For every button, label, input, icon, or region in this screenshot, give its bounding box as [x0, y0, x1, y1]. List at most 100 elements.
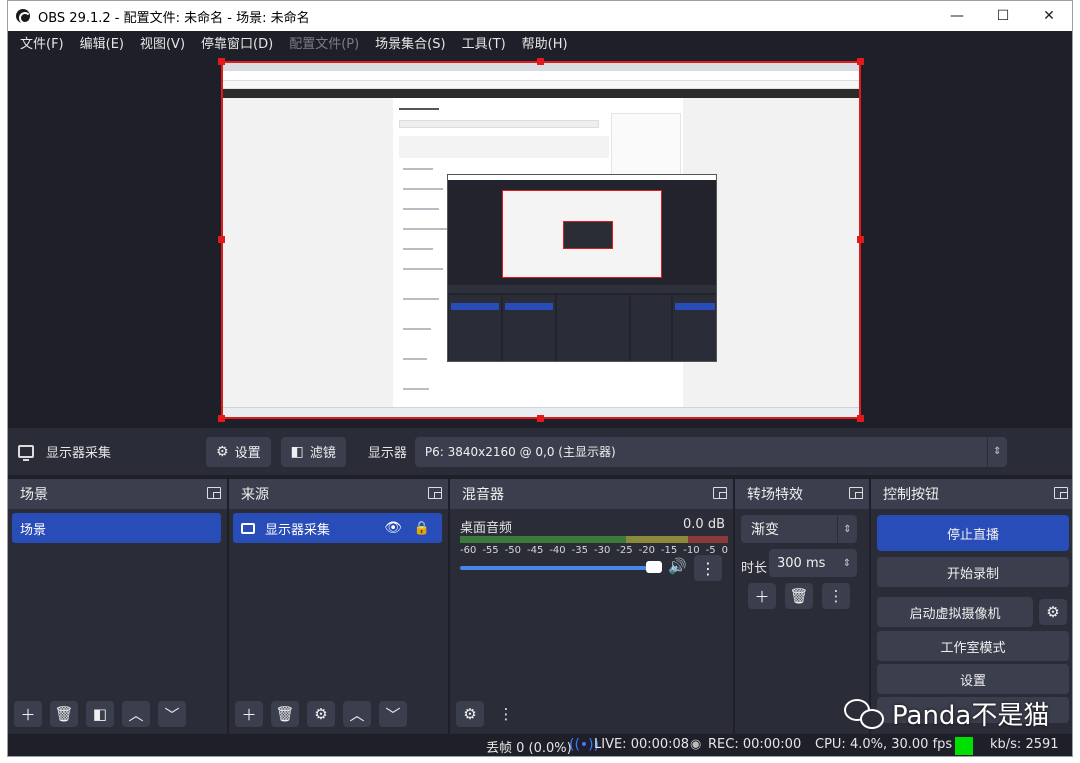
monitor-icon	[241, 522, 255, 534]
resize-handle[interactable]	[218, 58, 225, 65]
add-transition-button[interactable]: ＋	[748, 583, 776, 609]
captured-site-nav	[223, 89, 859, 98]
audio-menu-button[interactable]: ⋮	[694, 555, 722, 581]
scene-filters-button[interactable]: ◧	[86, 701, 114, 727]
duration-spinbox[interactable]: 300 ms ⇕	[769, 549, 857, 577]
transitions-dock-header: 转场特效	[735, 479, 869, 509]
captured-text-line	[403, 328, 431, 330]
properties-button[interactable]: ⚙ 设置	[206, 436, 271, 467]
trash-icon: 🗑	[54, 705, 74, 723]
virtual-camera-settings-button[interactable]: ⚙	[1039, 599, 1067, 625]
source-item[interactable]: 显示器采集 👁 🔒	[233, 513, 442, 543]
move-source-up-button[interactable]: ︿	[343, 701, 371, 727]
advanced-audio-button[interactable]: ⚙	[456, 701, 484, 727]
stop-streaming-button[interactable]: 停止直播	[877, 515, 1069, 551]
chevron-up-icon: ︿	[349, 705, 365, 724]
captured-obs-sel	[451, 303, 499, 310]
add-source-button[interactable]: ＋	[235, 701, 263, 727]
captured-obs-menu	[448, 180, 716, 186]
monitor-icon	[18, 445, 34, 461]
scenes-dock-title: 场景	[20, 487, 48, 503]
close-button[interactable]: ✕	[1026, 1, 1072, 31]
resize-handle[interactable]	[537, 58, 544, 65]
resize-handle[interactable]	[857, 415, 864, 422]
transition-menu-button[interactable]: ⋮	[822, 583, 850, 609]
move-source-down-button[interactable]: ﹀	[379, 701, 407, 727]
remove-transition-button[interactable]: 🗑	[785, 583, 813, 609]
remove-source-button[interactable]: 🗑	[271, 701, 299, 727]
preview-area[interactable]	[8, 54, 1072, 428]
mixer-dock-header: 混音器	[450, 479, 733, 509]
display-select-value: P6: 3840x2160 @ 0,0 (主显示器)	[424, 445, 616, 459]
source-properties-button[interactable]: ⚙	[307, 701, 335, 727]
menu-scene-collection[interactable]: 场景集合(S)	[367, 33, 453, 52]
display-select[interactable]: P6: 3840x2160 @ 0,0 (主显示器) ⇕	[414, 436, 1007, 467]
watermark-text: Panda不是猫	[892, 701, 1050, 731]
move-scene-up-button[interactable]: ︿	[122, 701, 150, 727]
captured-toolbar	[399, 136, 609, 158]
updown-arrows-icon: ⇕	[837, 515, 857, 543]
remove-scene-button[interactable]: 🗑	[50, 701, 78, 727]
rec-time: REC: 00:00:00	[708, 737, 802, 752]
captured-obs-propbar	[448, 285, 716, 293]
eye-icon[interactable]: 👁	[384, 520, 402, 536]
captured-obs-sel	[505, 303, 553, 310]
obs-logo-icon	[16, 9, 31, 24]
gear-icon: ⚙	[216, 443, 229, 460]
menu-edit[interactable]: 编辑(E)	[72, 33, 132, 52]
kebab-icon: ⋮	[498, 705, 514, 723]
captured-text-line	[403, 228, 447, 230]
chevron-down-icon: ﹀	[164, 705, 180, 724]
title-bar: OBS 29.1.2 - 配置文件: 未命名 - 场景: 未命名 — ☐ ✕	[8, 1, 1072, 31]
add-scene-button[interactable]: ＋	[14, 701, 42, 727]
meter-tick-label: -25	[616, 545, 633, 556]
lock-icon[interactable]: 🔒	[414, 521, 430, 536]
menu-view[interactable]: 视图(V)	[132, 33, 193, 52]
wechat-watermark: Panda不是猫	[844, 695, 1049, 732]
sources-list: 显示器采集 👁 🔒 ＋ 🗑 ⚙ ︿ ﹀	[229, 509, 448, 734]
source-item-label: 显示器采集	[265, 522, 331, 538]
move-scene-down-button[interactable]: ﹀	[158, 701, 186, 727]
audio-level-db: 0.0 dB	[683, 517, 725, 532]
undock-icon[interactable]	[713, 487, 727, 499]
settings-button[interactable]: 设置	[877, 664, 1069, 694]
resize-handle[interactable]	[218, 236, 225, 243]
resize-handle[interactable]	[537, 415, 544, 422]
menu-help[interactable]: 帮助(H)	[514, 33, 576, 52]
undock-icon[interactable]	[207, 487, 221, 499]
plus-icon: ＋	[241, 705, 257, 724]
volume-slider-handle[interactable]	[646, 561, 662, 573]
menu-docks[interactable]: 停靠窗口(D)	[193, 33, 281, 52]
volume-slider-track[interactable]	[460, 566, 660, 570]
captured-text-line	[403, 208, 439, 210]
speaker-icon[interactable]: 🔊	[668, 557, 687, 575]
window-title: OBS 29.1.2 - 配置文件: 未命名 - 场景: 未命名	[38, 10, 310, 26]
maximize-button[interactable]: ☐	[980, 1, 1026, 31]
menu-profile[interactable]: 配置文件(P)	[281, 33, 367, 52]
undock-icon[interactable]	[849, 487, 863, 499]
updown-arrows-icon: ⇕	[986, 436, 1007, 467]
transitions-dock-title: 转场特效	[747, 487, 803, 503]
captured-obs-dock	[631, 295, 671, 361]
captured-obs-dock	[673, 295, 716, 361]
start-recording-button[interactable]: 开始录制	[877, 557, 1069, 587]
live-time: LIVE: 00:00:08	[594, 737, 690, 752]
menu-file[interactable]: 文件(F)	[12, 33, 72, 52]
scene-item[interactable]: 场景	[12, 513, 221, 543]
start-virtual-camera-button[interactable]: 启动虚拟摄像机	[877, 597, 1033, 627]
captured-address-bar	[223, 71, 859, 81]
preview-canvas[interactable]	[221, 61, 861, 419]
undock-icon[interactable]	[1054, 487, 1068, 499]
resize-handle[interactable]	[857, 236, 864, 243]
resize-handle[interactable]	[857, 58, 864, 65]
mixer-dock: 混音器 桌面音频 0.0 dB -60 -55 -50 -45 -40 -35 -30 -25…	[450, 479, 733, 734]
studio-mode-button[interactable]: 工作室模式	[877, 631, 1069, 661]
mixer-menu-button[interactable]: ⋮	[492, 701, 520, 727]
filters-button[interactable]: ◧ 滤镜	[280, 436, 346, 467]
undock-icon[interactable]	[428, 487, 442, 499]
transition-select[interactable]: 渐变 ⇕	[741, 515, 857, 543]
menu-tools[interactable]: 工具(T)	[454, 33, 514, 52]
stream-health-indicator	[955, 737, 973, 755]
minimize-button[interactable]: —	[934, 1, 980, 31]
resize-handle[interactable]	[218, 415, 225, 422]
